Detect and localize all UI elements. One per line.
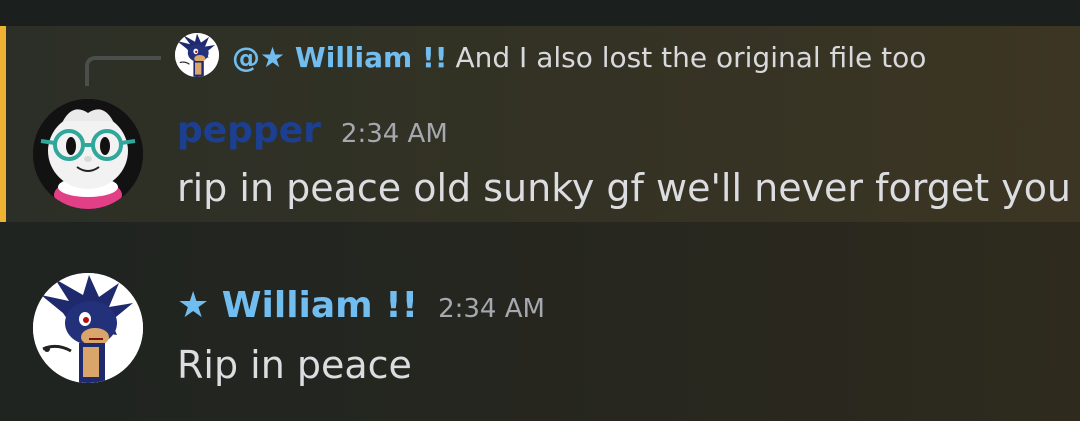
message-header: pepper 2:34 AM	[177, 109, 448, 153]
message-content: Rip in peace	[177, 343, 412, 387]
pepper-avatar[interactable]	[33, 99, 143, 209]
plush-with-glasses-avatar-icon	[33, 99, 143, 209]
reply-spine	[85, 56, 161, 86]
reply-avatar[interactable]	[175, 33, 219, 77]
reply-author-mention[interactable]: @★ William !!	[232, 41, 447, 74]
reply-preview[interactable]: @★ William !! And I also lost the origina…	[232, 38, 926, 78]
previous-message-edge	[0, 0, 1080, 26]
message-timestamp[interactable]: 2:34 AM	[341, 119, 448, 149]
author-name[interactable]: pepper	[177, 110, 321, 151]
message-timestamp[interactable]: 2:34 AM	[438, 294, 545, 324]
william-avatar[interactable]	[33, 273, 143, 383]
author-name[interactable]: ★ William !!	[177, 285, 418, 326]
message-header: ★ William !! 2:34 AM	[177, 284, 545, 328]
hedgehog-avatar-icon	[33, 273, 143, 383]
message-content: rip in peace old sunky gf we'll never fo…	[177, 166, 1072, 210]
hedgehog-avatar-icon	[175, 33, 219, 77]
mention-highlight-bar	[0, 26, 6, 222]
chat-view: @★ William !! And I also lost the origina…	[0, 0, 1080, 421]
reply-preview-text: And I also lost the original file too	[455, 41, 927, 74]
